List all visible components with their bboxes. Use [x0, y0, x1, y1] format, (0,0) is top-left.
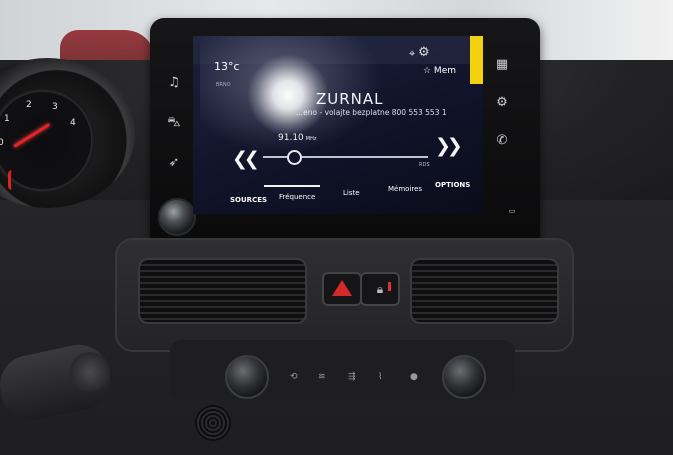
music-icon[interactable]: ♫ [164, 76, 184, 89]
phone-icon[interactable]: ✆ [492, 134, 512, 147]
radio-mode-indicator [470, 36, 483, 84]
frequency-unit: MHz [305, 136, 317, 142]
lower-vent [195, 405, 231, 441]
rds-badge: RDS [419, 162, 430, 168]
tab-options[interactable]: OPTIONS [435, 181, 470, 189]
screen-glare [248, 55, 328, 135]
car-dashboard-photo: 0 1 2 3 4 ♫ ⛍ ➶ ▦ ⚙ ✆ ▭ 13°c ⌖ ⚙ ☆ Mem B… [0, 0, 673, 455]
gauge-number: 2 [26, 100, 32, 110]
ac-indicator-icon[interactable]: ● [410, 372, 418, 382]
radio-tab-bar: SOURCES Fréquence Liste Mémoires OPTIONS [222, 181, 470, 204]
gear-icon[interactable]: ⚙ [418, 45, 430, 60]
tab-liste[interactable]: Liste [343, 189, 360, 197]
lock-icon: 🔒︎ [376, 282, 384, 296]
navigation-icon[interactable]: ➶ [164, 156, 184, 169]
tab-frequence[interactable]: Fréquence [279, 193, 315, 201]
temperature-readout: 13°c [214, 60, 240, 73]
tab-sources[interactable]: SOURCES [230, 196, 267, 204]
fan-speed-dial[interactable] [442, 355, 486, 399]
stalk-end [70, 352, 110, 392]
usb-port-icon: ▭ [508, 207, 516, 215]
gauge-number: 3 [52, 102, 58, 112]
seek-forward-button[interactable]: ❯❯ [435, 135, 463, 157]
left-shortcut-panel: ♫ ⛍ ➶ [152, 40, 194, 205]
volume-knob[interactable] [158, 198, 196, 236]
car-icon[interactable]: ⛍ [164, 116, 184, 129]
frequency-slider-thumb[interactable] [287, 150, 302, 165]
lock-status-led [388, 282, 391, 291]
airflow-icon[interactable]: ⇶ [348, 372, 356, 382]
apps-grid-icon[interactable]: ▦ [492, 58, 512, 71]
location-icon: ⌖ [409, 47, 416, 60]
air-vent-right[interactable] [410, 258, 559, 324]
defrost-rear-icon[interactable]: ≋ [318, 372, 326, 382]
gauge-number: 4 [70, 118, 76, 128]
source-label: BRNO [216, 82, 231, 88]
central-lock-button[interactable]: 🔒︎ [360, 272, 400, 306]
gauge-number: 1 [4, 114, 10, 124]
temperature-dial[interactable] [225, 355, 269, 399]
gauge-red-zone [8, 170, 21, 190]
recirculation-icon[interactable]: ⟲ [290, 372, 298, 382]
air-vent-left[interactable] [138, 258, 307, 324]
gauge-number: 0 [0, 138, 4, 148]
settings-icon[interactable]: ⚙ [492, 96, 512, 109]
hazard-triangle-icon [332, 280, 352, 296]
hazard-lights-button[interactable] [322, 272, 362, 306]
defrost-front-icon[interactable]: ⌇ [378, 372, 382, 382]
tab-memoires[interactable]: Mémoires [388, 185, 422, 193]
memory-button[interactable]: ☆ Mem [423, 66, 456, 76]
seek-back-button[interactable]: ❮❮ [232, 148, 260, 170]
right-shortcut-panel: ▦ ⚙ ✆ ▭ [488, 40, 528, 220]
